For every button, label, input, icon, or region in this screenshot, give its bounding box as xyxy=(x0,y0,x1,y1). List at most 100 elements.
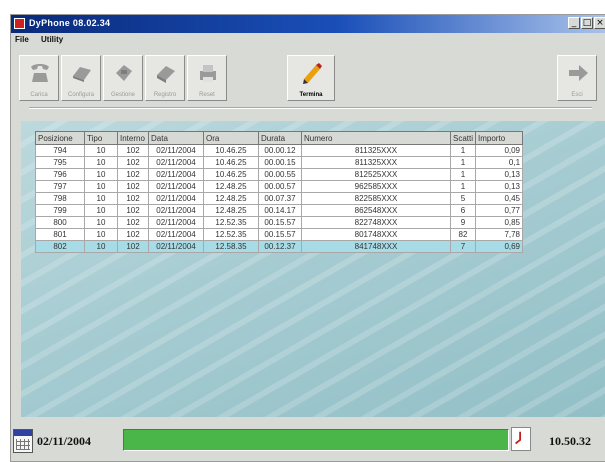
table-header-row: Posizione Tipo Interno Data Ora Durata N… xyxy=(35,131,524,145)
progress-bar xyxy=(123,429,509,451)
table-cell: 12.48.25 xyxy=(203,180,259,193)
table-cell: 794 xyxy=(35,144,85,157)
column-header[interactable]: Numero xyxy=(301,131,451,145)
maximize-button[interactable]: □ xyxy=(581,17,593,29)
table-row[interactable]: 794 10 102 02/11/2004 10.46.25 00.00.12 811325… xyxy=(35,144,524,157)
table-cell: 797 xyxy=(35,180,85,193)
column-header[interactable]: Durata xyxy=(258,131,302,145)
table-cell: 10 xyxy=(84,240,118,253)
table-cell: 12.52.35 xyxy=(203,228,259,241)
table-cell: 00.07.37 xyxy=(258,192,302,205)
table-cell: 102 xyxy=(117,168,149,181)
table-cell: 801 xyxy=(35,228,85,241)
table-cell: 00.00.12 xyxy=(258,144,302,157)
termina-button[interactable]: Termina xyxy=(287,55,335,101)
configura-label: Configura xyxy=(67,92,94,98)
table-row[interactable]: 799 10 102 02/11/2004 12.48.25 00.14.17 862548… xyxy=(35,204,524,217)
table-cell: 0,45 xyxy=(475,192,524,205)
app-icon xyxy=(14,18,25,29)
status-bar: 02/11/2004 10.50.32 xyxy=(11,417,605,461)
status-date: 02/11/2004 xyxy=(37,434,92,448)
esci-button[interactable]: Esci xyxy=(557,55,597,101)
table-cell: 862548XXX xyxy=(301,204,451,217)
table-cell: 1 xyxy=(449,144,477,157)
table-cell: 822585XXX xyxy=(301,192,451,205)
table-cell: 10 xyxy=(84,144,118,157)
table-cell: 0,77 xyxy=(475,204,524,217)
table-body: 794 10 102 02/11/2004 10.46.25 00.00.12 811325… xyxy=(35,144,524,253)
table-cell: 102 xyxy=(117,192,149,205)
table-cell: 1 xyxy=(449,156,477,169)
manage-icon xyxy=(116,65,132,81)
toolbar: Carica Configura Gestione Registro Reset… xyxy=(11,47,605,105)
window-controls: _ □ × xyxy=(568,17,605,29)
column-header[interactable]: Data xyxy=(148,131,204,145)
table-cell: 102 xyxy=(117,240,149,253)
table-row[interactable]: 796 10 102 02/11/2004 10.46.25 00.00.55 812525… xyxy=(35,168,524,181)
exit-arrow-icon xyxy=(569,65,588,81)
table-row[interactable]: 798 10 102 02/11/2004 12.48.25 00.07.37 822585… xyxy=(35,192,524,205)
column-header[interactable]: Scatti xyxy=(449,131,477,145)
carica-button[interactable]: Carica xyxy=(19,55,59,101)
table-cell: 02/11/2004 xyxy=(148,240,204,253)
table-row[interactable]: 801 10 102 02/11/2004 12.52.35 00.15.57 801748… xyxy=(35,228,524,241)
table-cell: 800 xyxy=(35,216,85,229)
configura-button[interactable]: Configura xyxy=(61,55,101,101)
table-cell: 1 xyxy=(449,168,477,181)
table-cell: 10 xyxy=(84,192,118,205)
title-bar[interactable]: DyPhone 08.02.34 _ □ × xyxy=(11,15,605,33)
table-cell: 12.52.35 xyxy=(203,216,259,229)
gestione-label: Gestione xyxy=(110,92,135,98)
table-cell: 801748XXX xyxy=(301,228,451,241)
table-cell: 0,69 xyxy=(475,240,524,253)
reset-button[interactable]: Reset xyxy=(187,55,227,101)
table-cell: 02/11/2004 xyxy=(148,180,204,193)
status-time: 10.50.32 xyxy=(549,434,591,448)
column-header[interactable]: Importo xyxy=(475,131,524,145)
table-cell: 0,13 xyxy=(475,168,524,181)
register-icon xyxy=(157,66,175,83)
table-cell: 12.48.25 xyxy=(203,204,259,217)
gestione-button[interactable]: Gestione xyxy=(103,55,143,101)
calendar-icon xyxy=(13,429,33,453)
table-cell: 02/11/2004 xyxy=(148,204,204,217)
table-cell: 00.12.37 xyxy=(258,240,302,253)
minimize-button[interactable]: _ xyxy=(568,17,580,29)
column-header[interactable]: Tipo xyxy=(84,131,118,145)
table-cell: 00.00.55 xyxy=(258,168,302,181)
menu-file[interactable]: File xyxy=(15,35,29,44)
table-row[interactable]: 797 10 102 02/11/2004 12.48.25 00.00.57 962585… xyxy=(35,180,524,193)
table-row[interactable]: 802 10 102 02/11/2004 12.58.35 00.12.37 841748… xyxy=(35,240,524,253)
table-cell: 0,1 xyxy=(475,156,524,169)
app-window: DyPhone 08.02.34 _ □ × File Utility Cari… xyxy=(10,14,605,462)
table-cell: 799 xyxy=(35,204,85,217)
table-cell: 0,85 xyxy=(475,216,524,229)
table-cell: 841748XXX xyxy=(301,240,451,253)
esci-label: Esci xyxy=(571,92,583,98)
column-header[interactable]: Ora xyxy=(203,131,259,145)
table-cell: 811325XXX xyxy=(301,144,451,157)
column-header[interactable]: Interno xyxy=(117,131,149,145)
table-cell: 12.48.25 xyxy=(203,192,259,205)
registro-button[interactable]: Registro xyxy=(145,55,185,101)
menu-utility[interactable]: Utility xyxy=(41,35,63,44)
column-header[interactable]: Posizione xyxy=(35,131,85,145)
table-cell: 796 xyxy=(35,168,85,181)
table-cell: 02/11/2004 xyxy=(148,192,204,205)
progress-fill xyxy=(124,430,508,450)
table-cell: 7 xyxy=(449,240,477,253)
termina-label: Termina xyxy=(299,92,323,98)
table-cell: 00.15.57 xyxy=(258,228,302,241)
registro-label: Registro xyxy=(153,92,177,98)
window-title: DyPhone 08.02.34 xyxy=(29,18,111,28)
table-cell: 02/11/2004 xyxy=(148,216,204,229)
close-button[interactable]: × xyxy=(594,17,605,29)
table-row[interactable]: 800 10 102 02/11/2004 12.52.35 00.15.57 822748… xyxy=(35,216,524,229)
table-cell: 811325XXX xyxy=(301,156,451,169)
table-cell: 10 xyxy=(84,228,118,241)
table-row[interactable]: 795 10 102 02/11/2004 10.46.25 00.00.15 811325… xyxy=(35,156,524,169)
table-cell: 00.00.15 xyxy=(258,156,302,169)
table-cell: 0,13 xyxy=(475,180,524,193)
table-cell: 5 xyxy=(449,192,477,205)
table-cell: 9 xyxy=(449,216,477,229)
